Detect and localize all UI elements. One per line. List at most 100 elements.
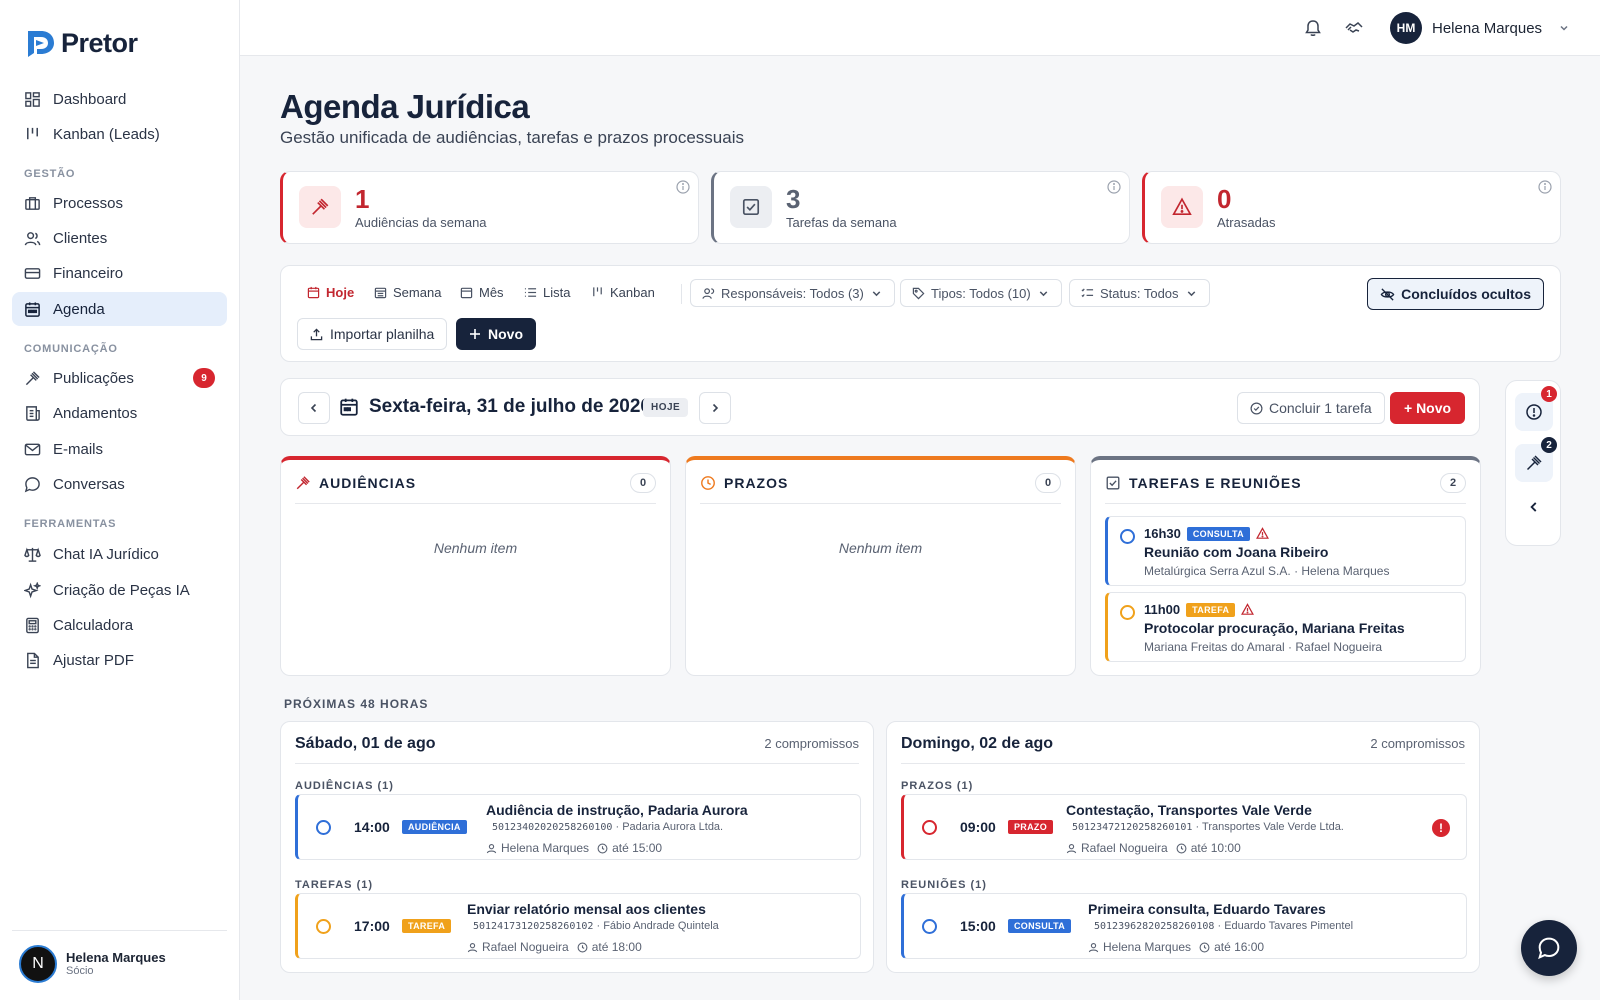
- sidebar-user-name: Helena Marques: [66, 950, 166, 965]
- overdue-alert-icon: !: [1432, 819, 1450, 837]
- hide-completed-toggle[interactable]: Concluídos ocultos: [1367, 278, 1544, 310]
- sparkles-icon: [24, 581, 41, 598]
- column-header: TAREFAS E REUNIÕES 2: [1105, 472, 1466, 504]
- import-label: Importar planilha: [330, 326, 435, 342]
- complete-checkbox[interactable]: [1120, 605, 1135, 620]
- gavel-icon: [25, 370, 40, 385]
- complete-checkbox[interactable]: [316, 919, 331, 934]
- checkbox-icon: [1106, 476, 1120, 489]
- sidebar-user-profile[interactable]: N Helena Marques Sócio: [12, 930, 227, 990]
- rail-alerts-button[interactable]: 1: [1515, 386, 1557, 431]
- complete-task-label: Concluir 1 tarefa: [1269, 400, 1372, 416]
- new-day-item-button[interactable]: + Novo: [1390, 392, 1466, 424]
- event-card[interactable]: 15:00 CONSULTA Primeira consulta, Eduard…: [901, 893, 1467, 959]
- event-until: até 18:00: [591, 940, 642, 954]
- newspaper-icon: [26, 405, 40, 421]
- import-spreadsheet-button[interactable]: Importar planilha: [297, 318, 448, 350]
- toolbar-divider: [681, 284, 682, 304]
- previous-day-button[interactable]: [298, 392, 330, 424]
- calendar-week-icon: [374, 287, 387, 298]
- stat-card-atrasadas[interactable]: 0 Atrasadas: [1142, 171, 1561, 244]
- event-process: 50124173120258260102 · Fábio Andrade Qui…: [473, 920, 719, 932]
- column-title: TAREFAS E REUNIÕES: [1129, 474, 1302, 491]
- view-mes-button[interactable]: Mês: [450, 278, 514, 306]
- rail-hearings-button[interactable]: 2: [1515, 437, 1557, 482]
- sidebar-item-calculadora[interactable]: Calculadora: [12, 608, 227, 642]
- task-time: 16h30: [1144, 526, 1181, 541]
- info-icon[interactable]: [676, 180, 690, 194]
- stat-card-tarefas[interactable]: 3 Tarefas da semana: [711, 171, 1130, 244]
- info-icon[interactable]: [1107, 180, 1121, 194]
- sidebar-item-emails[interactable]: E-mails: [12, 432, 227, 466]
- collapse-rail-chevron-icon[interactable]: [1527, 500, 1541, 514]
- sidebar-item-criacao-pecas[interactable]: Criação de Peças IA: [12, 573, 227, 607]
- warning-icon: [1241, 603, 1255, 615]
- event-time: 09:00: [960, 819, 996, 835]
- complete-checkbox[interactable]: [316, 820, 331, 835]
- stat-label: Tarefas da semana: [786, 215, 897, 230]
- view-lista-button[interactable]: Lista: [514, 278, 580, 306]
- pretor-logo-icon: [28, 31, 54, 57]
- top-user-menu[interactable]: HM Helena Marques: [1390, 12, 1570, 44]
- sidebar-item-andamentos[interactable]: Andamentos: [12, 396, 227, 430]
- page-subtitle: Gestão unificada de audiências, tarefas …: [280, 128, 744, 147]
- event-group-label: PRAZOS (1): [901, 780, 974, 792]
- sidebar-item-agenda[interactable]: Agenda: [12, 292, 227, 326]
- sidebar-item-kanban[interactable]: Kanban (Leads): [12, 117, 227, 151]
- view-kanban-button[interactable]: Kanban: [581, 278, 665, 306]
- sidebar-item-chat-ia[interactable]: Chat IA Jurídico: [12, 537, 227, 571]
- sidebar-item-processos[interactable]: Processos: [12, 186, 227, 220]
- chat-fab-button[interactable]: [1521, 920, 1577, 976]
- task-card[interactable]: 11h00 TAREFA Protocolar procuração, Mari…: [1105, 592, 1466, 662]
- day-panel-title: Domingo, 02 de ago: [901, 734, 1054, 752]
- rail-hearings-badge: 2: [1541, 437, 1557, 453]
- sidebar-item-publicacoes[interactable]: Publicações 9: [12, 361, 227, 395]
- stat-card-audiencias[interactable]: 1 Audiências da semana: [280, 171, 699, 244]
- sidebar-item-clientes[interactable]: Clientes: [12, 221, 227, 255]
- filter-tipos[interactable]: Tipos: Todos (10): [900, 279, 1062, 307]
- column-tarefas-reunioes: TAREFAS E REUNIÕES 2 16h30 CONSULTA Reun…: [1090, 456, 1481, 676]
- sidebar-item-financeiro[interactable]: Financeiro: [12, 256, 227, 290]
- brand-logo[interactable]: Pretor: [23, 27, 138, 59]
- complete-checkbox[interactable]: [922, 919, 937, 934]
- day-panel-title: Sábado, 01 de ago: [295, 734, 436, 752]
- complete-checkbox[interactable]: [1120, 529, 1135, 544]
- filter-label: Tipos: Todos (10): [931, 285, 1031, 301]
- view-label: Mês: [479, 284, 504, 300]
- stat-icon-box: [1161, 186, 1203, 228]
- chat-icon: [24, 476, 40, 492]
- view-label: Kanban: [610, 284, 655, 300]
- bell-icon[interactable]: [1303, 18, 1323, 38]
- event-card[interactable]: 14:00 AUDIÊNCIA Audiência de instrução, …: [295, 794, 861, 860]
- view-hoje-button[interactable]: Hoje: [297, 278, 364, 306]
- task-title: Protocolar procuração, Mariana Freitas: [1144, 620, 1405, 636]
- sidebar-item-label: Publicações: [53, 369, 134, 387]
- complete-checkbox[interactable]: [922, 820, 937, 835]
- topbar: HM Helena Marques: [240, 0, 1600, 56]
- column-count: 0: [1035, 472, 1061, 493]
- next-day-button[interactable]: [699, 392, 731, 424]
- new-item-label: Novo: [488, 326, 523, 342]
- task-card[interactable]: 16h30 CONSULTA Reunião com Joana Ribeiro…: [1105, 516, 1466, 586]
- new-item-button[interactable]: Novo: [456, 318, 536, 350]
- kanban-icon: [593, 286, 602, 296]
- day-panel-header: Sábado, 01 de ago 2 compromissos: [295, 734, 859, 764]
- view-semana-button[interactable]: Semana: [364, 278, 451, 306]
- handshake-icon[interactable]: [1344, 18, 1364, 38]
- event-card[interactable]: 17:00 TAREFA Enviar relatório mensal aos…: [295, 893, 861, 959]
- task-type-badge: CONSULTA: [1186, 526, 1250, 541]
- event-type-badge: TAREFA: [402, 919, 452, 933]
- event-title: Contestação, Transportes Vale Verde: [1066, 802, 1312, 818]
- sidebar-item-dashboard[interactable]: Dashboard: [12, 82, 227, 116]
- filter-status[interactable]: Status: Todos: [1069, 279, 1210, 307]
- checkbox-icon: [742, 198, 760, 216]
- sidebar-item-ajustar-pdf[interactable]: Ajustar PDF: [12, 643, 227, 677]
- sidebar-item-conversas[interactable]: Conversas: [12, 467, 227, 501]
- user-icon: [1066, 843, 1077, 853]
- calculator-icon: [26, 617, 39, 633]
- rail-alerts-badge: 1: [1541, 386, 1557, 402]
- event-card[interactable]: 09:00 PRAZO Contestação, Transportes Val…: [901, 794, 1467, 860]
- filter-responsaveis[interactable]: Responsáveis: Todos (3): [690, 279, 895, 307]
- complete-task-button[interactable]: Concluir 1 tarefa: [1237, 392, 1385, 424]
- info-icon[interactable]: [1538, 180, 1552, 194]
